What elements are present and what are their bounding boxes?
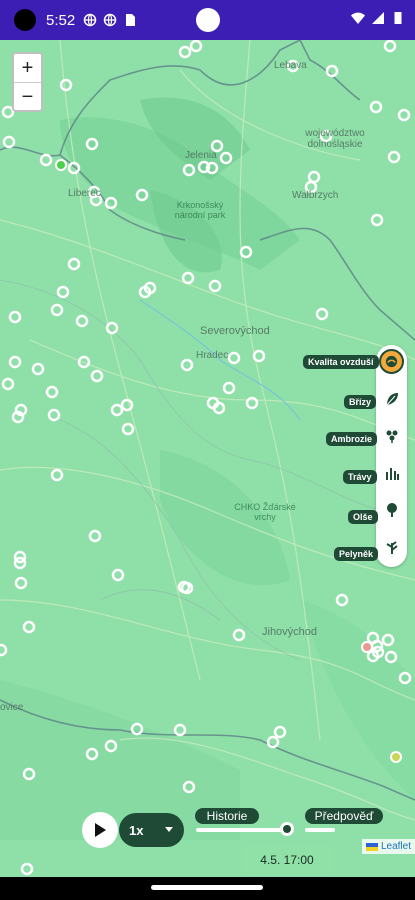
zoom-in-button[interactable]: + <box>14 54 41 82</box>
signal-icon <box>372 12 384 24</box>
globe-icon <box>103 13 117 27</box>
grass-icon <box>385 467 399 480</box>
park-label: Krkonošský národní park <box>174 200 226 220</box>
place-label: ovice <box>0 702 24 713</box>
wifi-icon <box>351 12 365 24</box>
layer-grass-button[interactable] <box>379 460 404 485</box>
layer-label-birch[interactable]: Břízy <box>344 395 377 409</box>
air-quality-icon <box>385 355 398 368</box>
zoom-out-button[interactable]: − <box>14 82 41 110</box>
layer-label-ragweed[interactable]: Ambrozie <box>326 432 378 446</box>
map-canvas[interactable]: Lebava Liberec Jelenia Krkonošský národn… <box>0 40 415 877</box>
speed-value: 1x <box>129 822 144 838</box>
forecast-button[interactable]: Předpověď <box>305 808 383 824</box>
layer-label-grass[interactable]: Trávy <box>343 470 377 484</box>
place-label: Wałbrzych <box>292 190 339 201</box>
status-bar: 5:52 <box>0 0 415 40</box>
zoom-control: + − <box>12 52 43 112</box>
speed-select[interactable]: 1x <box>119 813 184 847</box>
layer-selector <box>376 345 407 567</box>
layer-birch-button[interactable] <box>379 386 404 411</box>
alder-icon <box>386 502 397 517</box>
mugwort-icon <box>385 540 398 554</box>
place-label: Hradec <box>196 350 229 361</box>
place-label: Jelenia <box>185 150 217 161</box>
home-indicator[interactable] <box>151 885 263 890</box>
place-label: Liberec <box>68 188 101 199</box>
camera-cutout <box>14 9 36 31</box>
play-button[interactable] <box>82 812 118 848</box>
battery-icon <box>394 12 402 24</box>
ukraine-flag-icon <box>365 842 378 851</box>
region-label: województwo dolnośląskie <box>305 128 365 150</box>
sd-card-icon <box>126 14 136 26</box>
layer-label-mugwort[interactable]: Pelyněk <box>334 547 379 561</box>
layer-air-quality-button[interactable] <box>379 349 404 374</box>
forecast-slider-track[interactable] <box>305 828 335 832</box>
attribution-link[interactable]: Leaflet <box>381 841 411 852</box>
layer-alder-button[interactable] <box>379 497 404 522</box>
map-attribution[interactable]: Leaflet <box>361 839 415 854</box>
globe-icon <box>83 13 97 27</box>
layer-mugwort-button[interactable] <box>379 534 404 559</box>
layer-label-air-quality[interactable]: Kvalita ovzduší <box>303 355 379 369</box>
layer-ragweed-button[interactable] <box>379 423 404 448</box>
ragweed-icon <box>386 430 397 443</box>
navigation-bar <box>0 877 415 900</box>
current-time-display: 4.5. 17:00 <box>242 845 332 875</box>
region-label: Severovýchod <box>200 325 270 337</box>
history-slider-track[interactable] <box>196 828 288 832</box>
history-button[interactable]: Historie <box>195 808 259 824</box>
timeline-slider-thumb[interactable] <box>280 822 294 836</box>
region-label: Jihovýchod <box>262 626 318 638</box>
status-time: 5:52 <box>46 11 76 29</box>
place-label: Lebava <box>274 60 307 71</box>
layer-label-alder[interactable]: Olše <box>348 510 378 524</box>
chevron-down-icon <box>165 827 173 832</box>
park-label: CHKO Žďárské vrchy <box>234 502 296 522</box>
notification-dot <box>196 8 220 32</box>
map-base-layer <box>0 40 415 876</box>
birch-leaf-icon <box>386 392 398 405</box>
play-icon <box>95 823 106 837</box>
